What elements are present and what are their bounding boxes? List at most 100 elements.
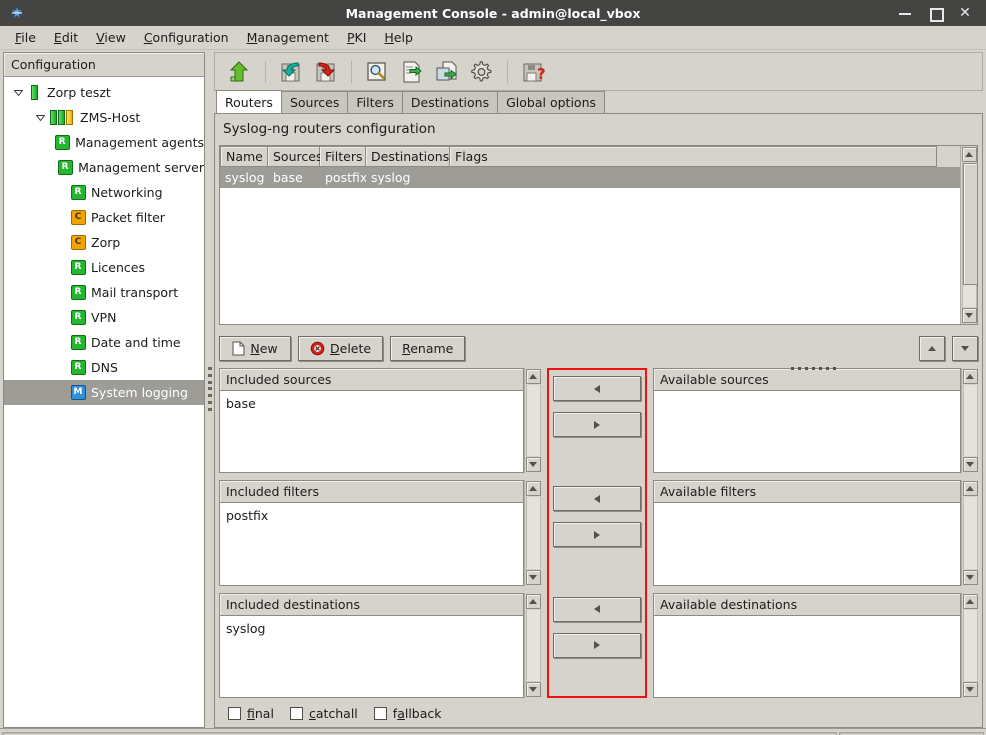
scroll-up-icon[interactable]	[525, 369, 541, 384]
transfer-remove-button-2[interactable]	[553, 632, 641, 658]
available-list-2-body[interactable]	[654, 616, 960, 697]
document-swap-icon[interactable]	[396, 56, 428, 88]
tree-item-zorp[interactable]: C Zorp	[4, 230, 204, 255]
tree-item-licences[interactable]: R Licences	[4, 255, 204, 280]
tab-global-options[interactable]: Global options	[497, 91, 606, 113]
tree-item-dns[interactable]: R DNS	[4, 355, 204, 380]
tree-item-packet-filter[interactable]: C Packet filter	[4, 205, 204, 230]
horizontal-splitter-grip-icon[interactable]	[780, 365, 846, 372]
routers-table[interactable]: Name Sources Filters Destinations Flags sysl…	[220, 146, 960, 324]
expander-icon[interactable]	[10, 85, 26, 101]
tab-destinations[interactable]: Destinations	[401, 91, 499, 113]
scroll-down-icon[interactable]	[525, 681, 541, 697]
checkbox-final-box[interactable]	[228, 706, 241, 720]
scroll-up-icon[interactable]	[962, 369, 978, 384]
tree-item-system-logging[interactable]: M System logging	[4, 380, 204, 405]
tree-item-zms-host[interactable]: ZMS-Host	[4, 105, 204, 130]
scroll-track[interactable]	[525, 385, 541, 457]
scroll-track[interactable]	[962, 609, 978, 681]
move-down-button[interactable]	[952, 336, 978, 361]
move-up-button[interactable]	[919, 336, 945, 361]
list-item[interactable]: base	[220, 394, 523, 413]
rename-button[interactable]: Rename	[390, 336, 466, 361]
scroll-down-icon[interactable]	[525, 569, 541, 585]
available-list-0[interactable]: Available sources	[653, 368, 961, 474]
new-button[interactable]: New	[219, 336, 291, 361]
included-list-1[interactable]: Included filters postfix	[219, 480, 524, 586]
available-list-1-scrollbar[interactable]	[961, 480, 978, 586]
column-header-sources[interactable]: Sources	[268, 146, 322, 167]
tree-item-management-agents[interactable]: R Management agents	[4, 130, 204, 155]
available-list-1-body[interactable]	[654, 503, 960, 584]
scroll-down-icon[interactable]	[962, 457, 978, 473]
available-list-0-body[interactable]	[654, 391, 960, 472]
scroll-up-icon[interactable]	[525, 593, 541, 609]
list-item[interactable]: syslog	[220, 619, 523, 638]
column-header-destinations[interactable]: Destinations	[366, 146, 450, 167]
revert-red-icon[interactable]	[310, 56, 342, 88]
menu-help[interactable]: Help	[375, 27, 422, 48]
tab-sources[interactable]: Sources	[280, 91, 349, 113]
routers-table-body[interactable]: syslog base postfix syslog	[220, 167, 960, 188]
transfer-add-button-1[interactable]	[553, 486, 641, 512]
scroll-down-icon[interactable]	[961, 308, 977, 323]
column-header-flags[interactable]: Flags	[450, 146, 937, 167]
menu-pki[interactable]: PKI	[338, 27, 375, 48]
checkbox-final[interactable]: final	[228, 706, 274, 721]
included-list-0[interactable]: Included sources base	[219, 368, 524, 474]
sidebar-splitter[interactable]	[205, 50, 214, 728]
tree-item-networking[interactable]: R Networking	[4, 180, 204, 205]
scroll-up-icon[interactable]	[962, 593, 978, 609]
transfer-remove-button-0[interactable]	[553, 412, 641, 437]
tree-item-management-server[interactable]: R Management server	[4, 155, 204, 180]
delete-button[interactable]: Delete	[298, 336, 384, 361]
checkbox-fallback[interactable]: fallback	[373, 706, 442, 721]
close-icon[interactable]: ✕	[958, 6, 972, 20]
transfer-add-button-0[interactable]	[553, 376, 641, 401]
included-list-2[interactable]: Included destinations syslog	[219, 592, 524, 698]
included-list-1-body[interactable]: postfix	[220, 503, 523, 584]
list-item[interactable]: postfix	[220, 506, 523, 525]
configuration-tree[interactable]: Zorp teszt ZMS-Host R Management agents R Man…	[3, 77, 205, 728]
available-list-2[interactable]: Available destinations	[653, 592, 961, 698]
table-row[interactable]: syslog base postfix syslog	[220, 167, 960, 188]
scroll-track[interactable]	[961, 163, 978, 307]
included-list-2-body[interactable]: syslog	[220, 616, 523, 697]
available-list-0-scrollbar[interactable]	[961, 368, 978, 474]
included-list-0-body[interactable]: base	[220, 391, 523, 472]
included-list-2-scrollbar[interactable]	[524, 592, 541, 698]
menu-edit[interactable]: Edit	[45, 27, 87, 48]
checkbox-catchall[interactable]: catchall	[289, 706, 358, 721]
scroll-track[interactable]	[525, 497, 541, 569]
gear-icon[interactable]	[466, 56, 498, 88]
minimize-icon[interactable]	[898, 6, 912, 20]
tree-item-mail-transport[interactable]: R Mail transport	[4, 280, 204, 305]
scroll-up-icon[interactable]	[525, 481, 541, 497]
menu-view[interactable]: View	[87, 27, 135, 48]
tree-item-date-and-time[interactable]: R Date and time	[4, 330, 204, 355]
scroll-track[interactable]	[962, 385, 978, 457]
included-list-0-scrollbar[interactable]	[524, 368, 541, 474]
checkbox-fallback-box[interactable]	[373, 706, 387, 720]
scroll-up-icon[interactable]	[961, 147, 977, 162]
transfer-remove-button-1[interactable]	[553, 522, 641, 548]
scroll-track[interactable]	[525, 609, 541, 681]
menu-management[interactable]: Management	[238, 27, 338, 48]
tree-item-vpn[interactable]: R VPN	[4, 305, 204, 330]
scroll-down-icon[interactable]	[525, 457, 541, 473]
export-icon[interactable]	[431, 56, 463, 88]
available-list-1[interactable]: Available filters	[653, 480, 961, 586]
save-help-icon[interactable]: ?	[517, 56, 549, 88]
menu-file[interactable]: File	[6, 27, 45, 48]
column-header-filters[interactable]: Filters	[320, 146, 366, 167]
scroll-track[interactable]	[962, 497, 978, 569]
scroll-down-icon[interactable]	[962, 681, 978, 697]
checkbox-catchall-box[interactable]	[289, 706, 303, 720]
transfer-add-button-2[interactable]	[553, 596, 641, 622]
tab-filters[interactable]: Filters	[347, 91, 403, 113]
available-list-2-scrollbar[interactable]	[961, 592, 978, 698]
tab-routers[interactable]: Routers	[216, 90, 282, 113]
search-icon[interactable]	[361, 56, 393, 88]
scroll-down-icon[interactable]	[962, 569, 978, 585]
scroll-thumb[interactable]	[962, 163, 978, 285]
